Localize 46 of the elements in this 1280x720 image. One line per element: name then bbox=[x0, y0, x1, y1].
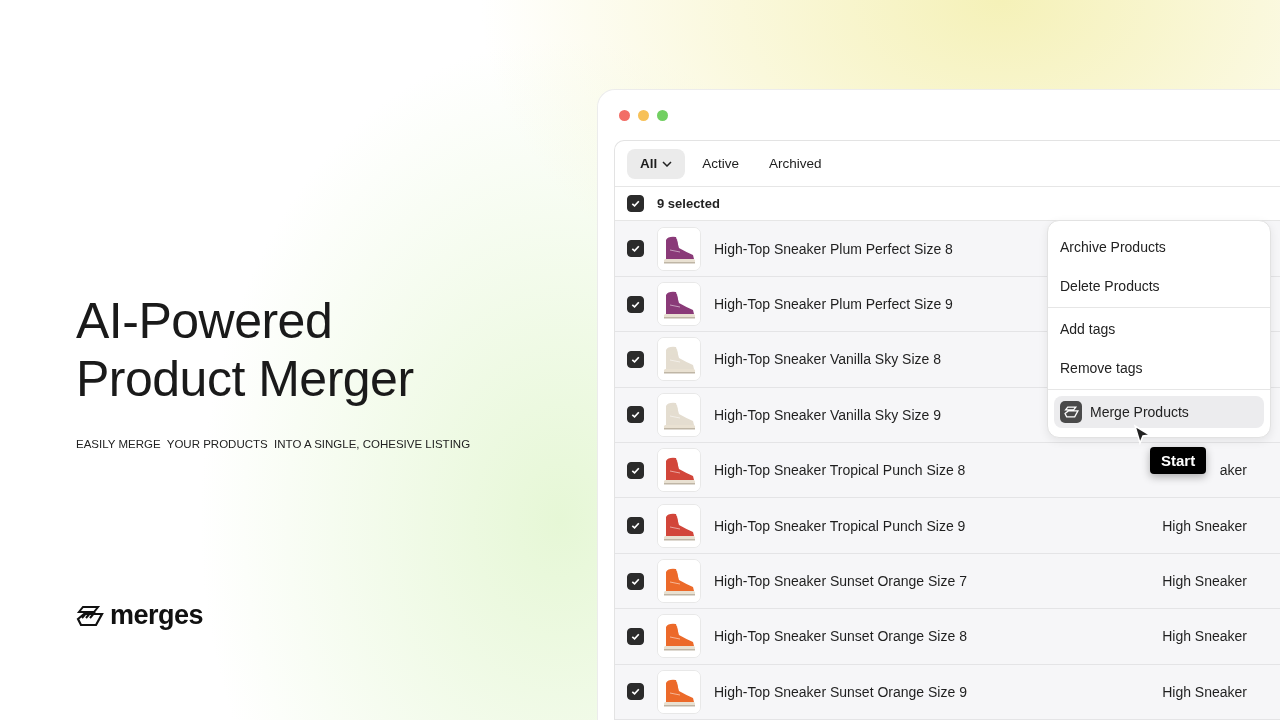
menu-item[interactable]: Remove tags bbox=[1054, 348, 1264, 387]
subtitle: EASILY MERGE YOUR PRODUCTS INTO A SINGLE, COHESIVE LISTING bbox=[76, 438, 472, 450]
product-type: aker bbox=[1219, 462, 1247, 479]
filter-tab[interactable]: Archived bbox=[756, 149, 835, 179]
checkmark-icon bbox=[630, 243, 641, 255]
checkmark-icon bbox=[630, 686, 641, 698]
tooltip: Start bbox=[1150, 447, 1207, 474]
product-name: High-Top Sneaker Sunset Orange Size 7 bbox=[714, 573, 967, 589]
row-checkbox[interactable] bbox=[627, 627, 644, 645]
minimize-dot[interactable] bbox=[638, 109, 649, 121]
checkmark-icon bbox=[630, 198, 641, 210]
product-name: High-Top Sneaker Sunset Orange Size 8 bbox=[714, 628, 967, 645]
menu-item[interactable]: Delete Products bbox=[1054, 266, 1264, 305]
select-all-checkbox[interactable] bbox=[627, 195, 644, 213]
product-type: High Sneaker bbox=[1162, 628, 1247, 645]
filter-tab[interactable]: Active bbox=[689, 149, 753, 179]
product-type: High Sneaker bbox=[1162, 573, 1247, 589]
row-checkbox[interactable] bbox=[627, 572, 644, 590]
product-name: High-Top Sneaker Vanilla Sky Size 9 bbox=[714, 406, 941, 423]
row-checkbox[interactable] bbox=[627, 240, 644, 258]
close-dot[interactable] bbox=[619, 109, 630, 121]
product-name: High-Top Sneaker Plum Perfect Size 9 bbox=[714, 296, 953, 313]
product-type: High Sneaker bbox=[1162, 517, 1247, 534]
product-type: High Sneaker bbox=[1162, 683, 1247, 700]
product-name: High-Top Sneaker Vanilla Sky Size 8 bbox=[714, 351, 941, 368]
row-checkbox[interactable] bbox=[627, 350, 644, 368]
selected-count: 9 selected bbox=[657, 196, 720, 212]
row-checkbox[interactable] bbox=[627, 683, 644, 701]
brand-name: merges bbox=[110, 600, 204, 631]
zoom-dot[interactable] bbox=[657, 109, 668, 121]
product-name: High-Top Sneaker Tropical Punch Size 9 bbox=[714, 517, 966, 534]
menu-item[interactable]: Add tags bbox=[1054, 310, 1264, 349]
row-checkbox[interactable] bbox=[627, 295, 644, 313]
logo-icon bbox=[76, 604, 104, 627]
headline: AI-Powered Product Merger bbox=[76, 292, 415, 408]
checkmark-icon bbox=[630, 520, 641, 532]
product-name: High-Top Sneaker Tropical Punch Size 8 bbox=[714, 462, 966, 479]
product-name: High-Top Sneaker Sunset Orange Size 9 bbox=[714, 683, 967, 700]
checkmark-icon bbox=[630, 409, 641, 421]
product-name: High-Top Sneaker Plum Perfect Size 8 bbox=[714, 240, 953, 257]
menu-item[interactable]: Merge Products bbox=[1054, 396, 1264, 428]
filter-tab[interactable]: All bbox=[627, 149, 686, 179]
row-checkbox[interactable] bbox=[627, 461, 644, 479]
row-checkbox[interactable] bbox=[627, 406, 644, 424]
row-checkbox[interactable] bbox=[627, 517, 644, 535]
menu-item[interactable]: Archive Products bbox=[1054, 228, 1264, 267]
